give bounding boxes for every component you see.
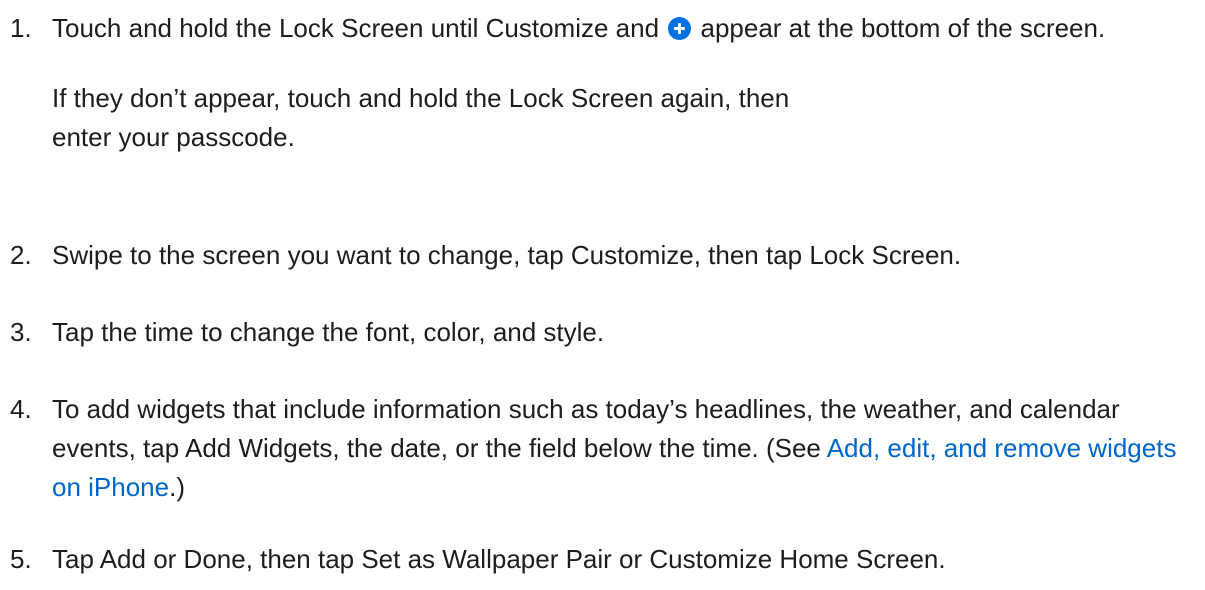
plus-circle-icon — [668, 17, 692, 40]
step-1: 1. Touch and hold the Lock Screen until … — [0, 9, 1202, 157]
step-text-part: appear at the bottom of the screen. — [693, 13, 1106, 43]
step-text-part: .) — [169, 472, 185, 502]
step-number: 5. — [10, 544, 32, 574]
step-4: 4. To add widgets that include informati… — [0, 390, 1202, 507]
step-text: Tap the time to change the font, color, … — [52, 317, 605, 347]
step-text: Tap Add or Done, then tap Set as Wallpap… — [52, 544, 946, 574]
step-text: Swipe to the screen you want to change, … — [52, 240, 962, 270]
step-number: 3. — [10, 317, 32, 347]
step-5: 5. Tap Add or Done, then tap Set as Wall… — [0, 540, 946, 579]
step-text: To add widgets that include information … — [52, 390, 1202, 507]
step-text-part: Touch and hold the Lock Screen until Cus… — [52, 13, 667, 43]
step-3: 3. Tap the time to change the font, colo… — [0, 313, 604, 352]
step-number: 1. — [10, 13, 32, 43]
step-number: 4. — [10, 394, 32, 424]
step-note: If they don’t appear, touch and hold the… — [52, 83, 790, 152]
step-2: 2. Swipe to the screen you want to chang… — [0, 236, 961, 275]
step-text: Touch and hold the Lock Screen until Cus… — [52, 9, 1202, 48]
step-number: 2. — [10, 240, 32, 270]
